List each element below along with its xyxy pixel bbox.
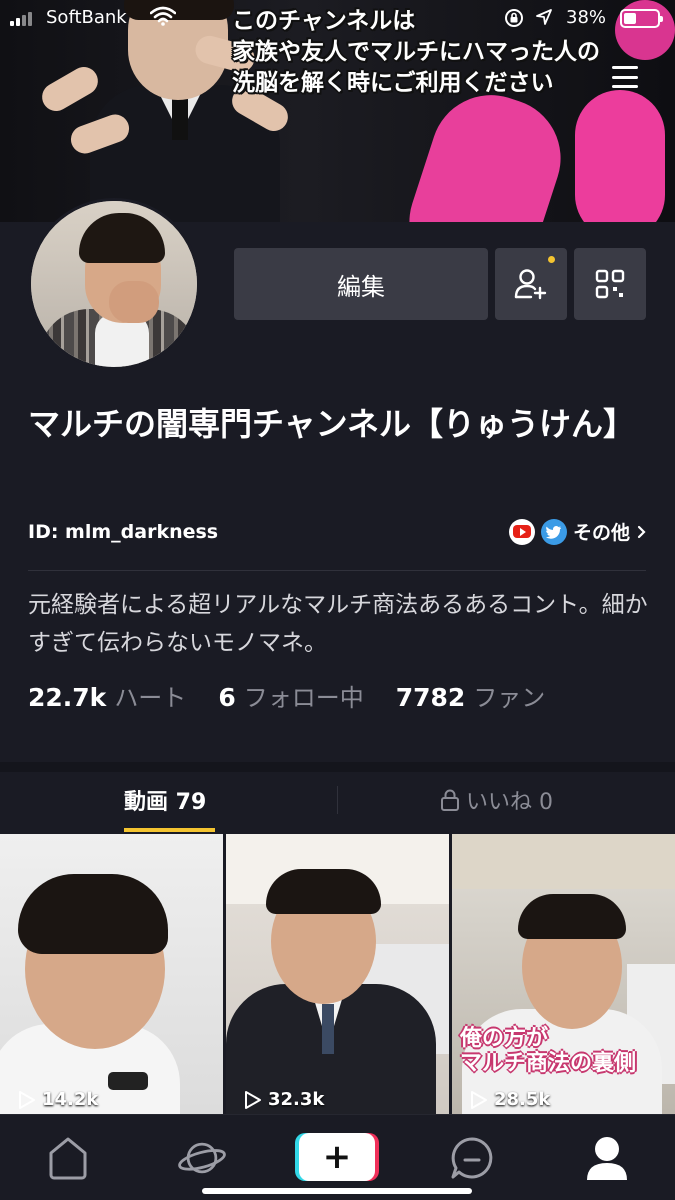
content-tabs: 動画 79 いいね 0 xyxy=(0,772,675,834)
video-thumbnail[interactable]: 俺の方が マルチ商法の裏側 28.5k xyxy=(452,834,675,1114)
play-icon xyxy=(19,1090,35,1109)
nav-inbox[interactable] xyxy=(447,1133,497,1183)
banner-decoration xyxy=(575,90,665,222)
stats-row: 22.7k ハート 6 フォロー中 7782 ファン xyxy=(28,678,577,713)
view-count: 28.5k xyxy=(470,1089,550,1110)
chevron-right-icon xyxy=(637,525,646,538)
create-icon: + xyxy=(299,1133,375,1181)
tab-videos[interactable]: 動画 79 xyxy=(124,784,206,816)
add-friend-button[interactable] xyxy=(495,248,567,320)
qr-code-icon xyxy=(595,269,625,299)
menu-icon xyxy=(612,66,638,69)
home-icon xyxy=(49,1137,87,1180)
carrier-name: SoftBank xyxy=(46,7,127,28)
nav-discover[interactable] xyxy=(177,1133,227,1183)
video-grid: 14.2k 32.3k 俺の方が マルチ商法の裏側 28.5k xyxy=(0,834,675,1114)
youtube-icon[interactable] xyxy=(508,518,535,545)
inbox-icon xyxy=(451,1137,493,1179)
battery-percent: 38% xyxy=(566,7,607,28)
stat-hearts[interactable]: 22.7k ハート xyxy=(28,678,186,713)
stat-value: 22.7k xyxy=(28,683,107,712)
tab-likes-label: いいね 0 xyxy=(466,790,553,815)
lock-icon xyxy=(441,789,459,811)
view-count-label: 28.5k xyxy=(494,1089,551,1110)
orientation-lock-icon xyxy=(505,9,523,27)
wifi-icon xyxy=(150,6,176,26)
stat-value: 7782 xyxy=(395,683,466,712)
home-indicator xyxy=(202,1188,472,1194)
tab-divider xyxy=(337,786,338,814)
id-row: ID: mlm_darkness その他 xyxy=(28,518,648,548)
view-count: 32.3k xyxy=(244,1089,324,1110)
notification-dot xyxy=(548,256,555,263)
stat-value: 6 xyxy=(218,683,236,712)
play-icon xyxy=(471,1090,487,1109)
video-thumbnail[interactable]: 32.3k xyxy=(226,834,449,1114)
add-friend-icon xyxy=(514,269,547,300)
qr-code-button[interactable] xyxy=(574,248,646,320)
avatar[interactable] xyxy=(28,198,200,370)
battery-icon xyxy=(620,9,663,28)
banner-decoration xyxy=(393,79,577,222)
view-count-label: 14.2k xyxy=(42,1089,99,1110)
location-icon xyxy=(536,9,552,25)
stat-following[interactable]: 6 フォロー中 xyxy=(218,678,363,713)
stat-label: ファン xyxy=(473,684,546,712)
edit-profile-button[interactable]: 編集 xyxy=(234,248,488,320)
view-count-label: 32.3k xyxy=(268,1089,325,1110)
stat-label: フォロー中 xyxy=(243,684,364,712)
social-more-link[interactable]: その他 xyxy=(573,518,630,545)
twitter-icon[interactable] xyxy=(540,518,567,545)
stat-fans[interactable]: 7782 ファン xyxy=(396,678,546,713)
stat-label: ハート xyxy=(114,684,187,712)
status-bar: SoftBank 38% xyxy=(0,0,675,36)
section-separator xyxy=(0,762,675,772)
divider xyxy=(28,570,646,571)
play-icon xyxy=(245,1090,261,1109)
user-id: ID: mlm_darkness xyxy=(28,521,219,543)
nav-profile[interactable] xyxy=(582,1133,632,1183)
signal-icon xyxy=(10,12,32,26)
banner-hand xyxy=(37,61,103,117)
video-thumbnail[interactable]: 14.2k xyxy=(0,834,223,1114)
profile-name: マルチの闇専門チャンネル【りゅうけん】 xyxy=(28,405,636,443)
nav-home[interactable] xyxy=(43,1133,93,1183)
bio: 元経験者による超リアルなマルチ商法あるあるコント。細かすぎて伝わらないモノマネ。 xyxy=(28,592,648,656)
view-count: 14.2k xyxy=(18,1089,98,1110)
discover-icon xyxy=(178,1142,226,1174)
active-tab-indicator xyxy=(124,828,215,832)
video-caption: 俺の方が マルチ商法の裏側 xyxy=(460,1026,637,1076)
profile-icon xyxy=(587,1137,627,1180)
nav-create[interactable]: + xyxy=(299,1133,375,1181)
social-links[interactable]: その他 xyxy=(508,518,648,545)
menu-button[interactable] xyxy=(605,60,645,94)
tab-likes[interactable]: いいね 0 xyxy=(440,784,553,816)
